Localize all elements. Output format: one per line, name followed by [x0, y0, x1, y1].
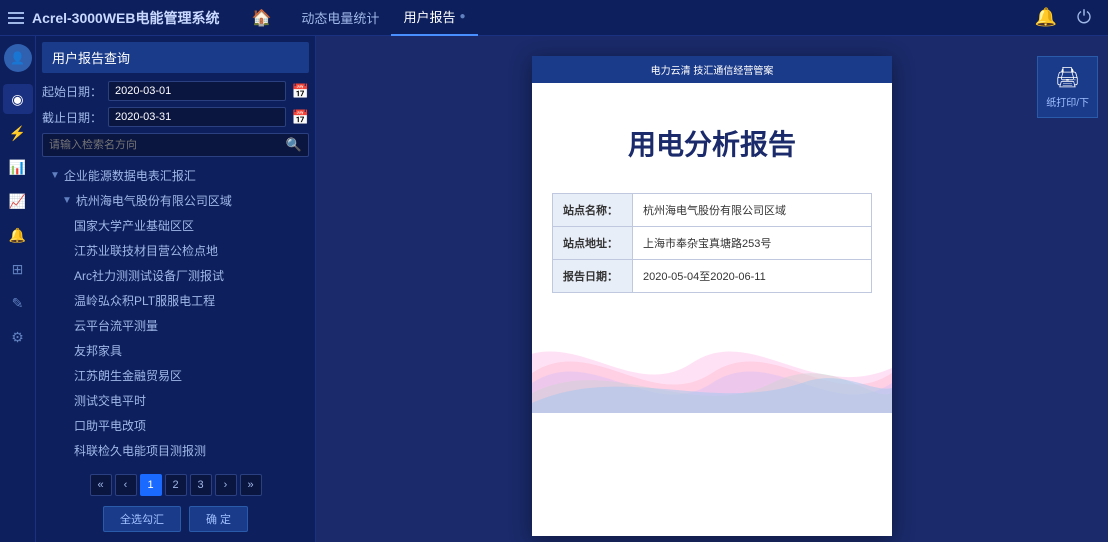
- printer-icon: 🖨: [1055, 65, 1080, 90]
- print-label: 纸打印/下: [1046, 94, 1089, 109]
- sidebar-item-lightning[interactable]: ⚡: [3, 118, 33, 148]
- sidebar-icons: 👤 ◉ ⚡ 📊 📈 🔔 ⊞ ✎ ⚙: [0, 36, 36, 542]
- tree-item-7[interactable]: 友邦家具: [42, 338, 309, 363]
- action-buttons: 全选勾汇 确 定: [42, 502, 309, 536]
- page-prev-btn[interactable]: ‹: [115, 474, 137, 496]
- end-date-row: 截止日期： 📅: [42, 107, 309, 127]
- sidebar-item-pencil[interactable]: ✎: [3, 288, 33, 318]
- report-table-row-1: 站点地址： 上海市奉杂宝真塘路253号: [553, 227, 871, 260]
- start-date-calendar-icon[interactable]: 📅: [292, 83, 309, 100]
- content-area: 电力云清 技汇通信经营管案 用电分析报告 站点名称： 杭州海电气股份有限公司区域…: [316, 36, 1108, 542]
- start-date-row: 起始日期： 📅: [42, 81, 309, 101]
- tree-item-5[interactable]: 温岭弘众积PLT服服电工程: [42, 288, 309, 313]
- end-date-input[interactable]: [108, 107, 286, 127]
- confirm-button[interactable]: 确 定: [189, 506, 248, 532]
- report-table-row-0: 站点名称： 杭州海电气股份有限公司区域: [553, 194, 871, 227]
- main-layout: 👤 ◉ ⚡ 📊 📈 🔔 ⊞ ✎ ⚙ 用户报告查询 起始日期： 📅 截止日期： 📅…: [0, 36, 1108, 542]
- nav-report[interactable]: 用户报告 ●: [391, 0, 477, 36]
- tree-item-8[interactable]: 江苏朗生金融贸易区: [42, 363, 309, 388]
- sidebar-item-settings[interactable]: ⚙: [3, 322, 33, 352]
- panel-title: 用户报告查询: [42, 42, 309, 73]
- nav-dynamic[interactable]: 动态电量统计: [289, 0, 391, 36]
- topbar-right: 🔔 ⏻: [1032, 4, 1108, 32]
- report-label-1: 站点地址：: [553, 227, 633, 259]
- page-3-btn[interactable]: 3: [190, 474, 212, 496]
- tree-item-0[interactable]: ▼ 企业能源数据电表汇报汇: [42, 163, 309, 188]
- alert-icon[interactable]: 🔔: [1032, 4, 1060, 32]
- tree-list: ▼ 企业能源数据电表汇报汇 ▼ 杭州海电气股份有限公司区域 国家大学产业基础区区…: [42, 163, 309, 468]
- power-icon[interactable]: ⏻: [1070, 4, 1098, 32]
- report-value-2: 2020-05-04至2020-06-11: [633, 260, 871, 292]
- sidebar-item-chart[interactable]: 📊: [3, 152, 33, 182]
- app-title: Acrel-3000WEB电能管理系统: [32, 8, 220, 28]
- start-date-input[interactable]: [108, 81, 286, 101]
- search-row: 🔍: [42, 133, 309, 157]
- tree-item-9[interactable]: 测试交电平时: [42, 388, 309, 413]
- sidebar-item-line[interactable]: 📈: [3, 186, 33, 216]
- sidebar-item-dashboard[interactable]: ◉: [3, 84, 33, 114]
- report-main-title: 用电分析报告: [532, 123, 892, 163]
- tree-item-6[interactable]: 云平台流平测量: [42, 313, 309, 338]
- report-wave: [532, 313, 892, 413]
- sidebar-item-layers[interactable]: ⊞: [3, 254, 33, 284]
- page-first-btn[interactable]: «: [90, 474, 112, 496]
- report-header: 电力云清 技汇通信经营管案: [532, 56, 892, 83]
- search-icon[interactable]: 🔍: [286, 137, 302, 153]
- start-date-label: 起始日期：: [42, 83, 102, 100]
- page-2-btn[interactable]: 2: [165, 474, 187, 496]
- tree-item-11[interactable]: 科联检久电能项目测报测: [42, 438, 309, 463]
- avatar[interactable]: 👤: [4, 44, 32, 72]
- report-value-0: 杭州海电气股份有限公司区域: [633, 194, 871, 226]
- print-button[interactable]: 🖨 纸打印/下: [1037, 56, 1098, 118]
- page-last-btn[interactable]: »: [240, 474, 262, 496]
- menu-icon[interactable]: [0, 4, 32, 32]
- sidebar-item-bell[interactable]: 🔔: [3, 220, 33, 250]
- nav-home[interactable]: 🏠: [240, 0, 290, 36]
- export-button[interactable]: 全选勾汇: [103, 506, 181, 532]
- report-page: 电力云清 技汇通信经营管案 用电分析报告 站点名称： 杭州海电气股份有限公司区域…: [532, 56, 892, 536]
- report-table-row-2: 报告日期： 2020-05-04至2020-06-11: [553, 260, 871, 292]
- page-1-btn[interactable]: 1: [140, 474, 162, 496]
- top-nav: 🏠 动态电量统计 用户报告 ●: [240, 0, 1033, 36]
- report-label-2: 报告日期：: [553, 260, 633, 292]
- tree-item-3[interactable]: 江苏业联技材目营公检点地: [42, 238, 309, 263]
- report-value-1: 上海市奉杂宝真塘路253号: [633, 227, 871, 259]
- pagination: « ‹ 1 2 3 › »: [42, 468, 309, 502]
- tree-item-2[interactable]: 国家大学产业基础区区: [42, 213, 309, 238]
- tree-item-1[interactable]: ▼ 杭州海电气股份有限公司区域: [42, 188, 309, 213]
- report-label-0: 站点名称：: [553, 194, 633, 226]
- end-date-calendar-icon[interactable]: 📅: [292, 109, 309, 126]
- end-date-label: 截止日期：: [42, 109, 102, 126]
- tree-item-4[interactable]: Arc社力测测试设备厂测报试: [42, 263, 309, 288]
- left-panel: 用户报告查询 起始日期： 📅 截止日期： 📅 🔍 ▼ 企业能源数据电表汇报汇 ▼…: [36, 36, 316, 542]
- search-input[interactable]: [49, 139, 286, 151]
- report-info-table: 站点名称： 杭州海电气股份有限公司区域 站点地址： 上海市奉杂宝真塘路253号 …: [552, 193, 872, 293]
- page-next-btn[interactable]: ›: [215, 474, 237, 496]
- tree-item-10[interactable]: 口助平电改项: [42, 413, 309, 438]
- topbar: Acrel-3000WEB电能管理系统 🏠 动态电量统计 用户报告 ● 🔔 ⏻: [0, 0, 1108, 36]
